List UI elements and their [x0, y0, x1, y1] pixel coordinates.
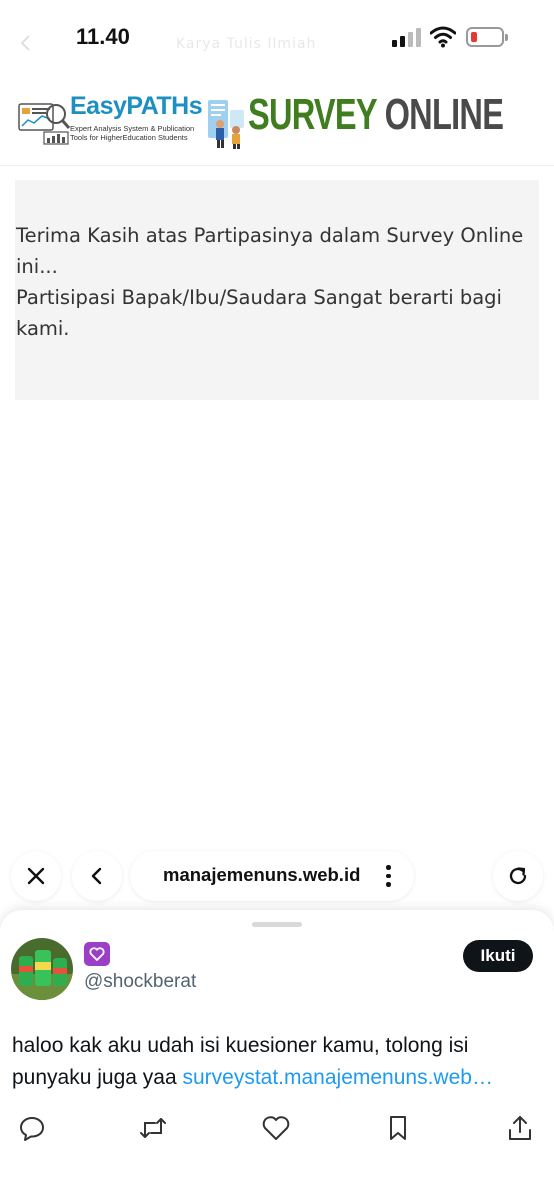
- battery-icon: [466, 27, 508, 47]
- purple-heart-icon: [84, 942, 110, 966]
- url-text: manajemenuns.web.id: [163, 864, 361, 885]
- bookmark-button[interactable]: [382, 1112, 414, 1144]
- ghost-back-arrow-icon: [20, 35, 30, 51]
- retweet-button[interactable]: [137, 1112, 169, 1144]
- reload-button[interactable]: [493, 851, 543, 901]
- more-vertical-icon[interactable]: [385, 865, 391, 887]
- reload-icon: [509, 867, 527, 885]
- like-button[interactable]: [260, 1112, 292, 1144]
- message-line: Partisipasi Bapak/Ibu/Saudara Sangat ber…: [16, 286, 502, 309]
- ghost-page-title: Karya Tulis Ilmiah: [176, 36, 317, 52]
- retweet-icon: [140, 1118, 166, 1138]
- status-time: 11.40: [76, 24, 130, 49]
- share-button[interactable]: [504, 1112, 536, 1144]
- cellular-signal-icon: [392, 28, 422, 48]
- easypaths-logo-text: EasyPATHs: [70, 92, 203, 120]
- close-icon: [27, 867, 45, 885]
- analytics-logo-icon: [18, 103, 71, 145]
- sheet-grabber[interactable]: [252, 922, 302, 927]
- status-bar: Karya Tulis Ilmiah 11.40: [0, 0, 554, 80]
- avatar[interactable]: [11, 938, 73, 1000]
- share-icon: [509, 1116, 531, 1140]
- bookmark-icon: [390, 1116, 406, 1140]
- close-browser-button[interactable]: [11, 851, 61, 901]
- like-icon: [262, 1116, 290, 1140]
- reply-button[interactable]: [16, 1112, 48, 1144]
- thank-you-message: Terima Kasih atas Partipasinya dalam Sur…: [15, 180, 539, 400]
- follow-button[interactable]: Ikuti: [463, 940, 533, 972]
- survey-online-title: SURVEY ONLINE: [248, 90, 504, 139]
- tweet-bottom-sheet: @shockberat Ikuti haloo kak aku udah isi…: [0, 910, 554, 1200]
- user-handle[interactable]: @shockberat: [84, 971, 196, 993]
- logo-tagline: Expert Analysis System & Publication Too…: [70, 124, 195, 142]
- survey-banner: EasyPATHs Expert Analysis System & Publi…: [0, 80, 554, 166]
- tweet-text-line: punyaku juga yaa surveystat.manajemenuns…: [12, 1066, 493, 1089]
- wifi-icon: [430, 26, 456, 48]
- browser-back-button[interactable]: [72, 851, 122, 901]
- avatar-image: [11, 938, 73, 1000]
- tweet-text: haloo kak aku udah isi kuesioner kamu, t…: [12, 1030, 544, 1094]
- chevron-left-icon: [91, 867, 102, 885]
- tweet-text-line: haloo kak aku udah isi kuesioner kamu, t…: [12, 1034, 469, 1057]
- reply-icon: [20, 1117, 44, 1141]
- message-line: kami.: [16, 317, 70, 340]
- message-line: ini...: [16, 255, 58, 278]
- message-line: Terima Kasih atas Partipasinya dalam Sur…: [16, 224, 524, 247]
- tweet-link[interactable]: surveystat.manajemenuns.web…: [182, 1066, 492, 1089]
- survey-people-illustration: [208, 100, 244, 149]
- url-bar[interactable]: manajemenuns.web.id: [130, 851, 414, 901]
